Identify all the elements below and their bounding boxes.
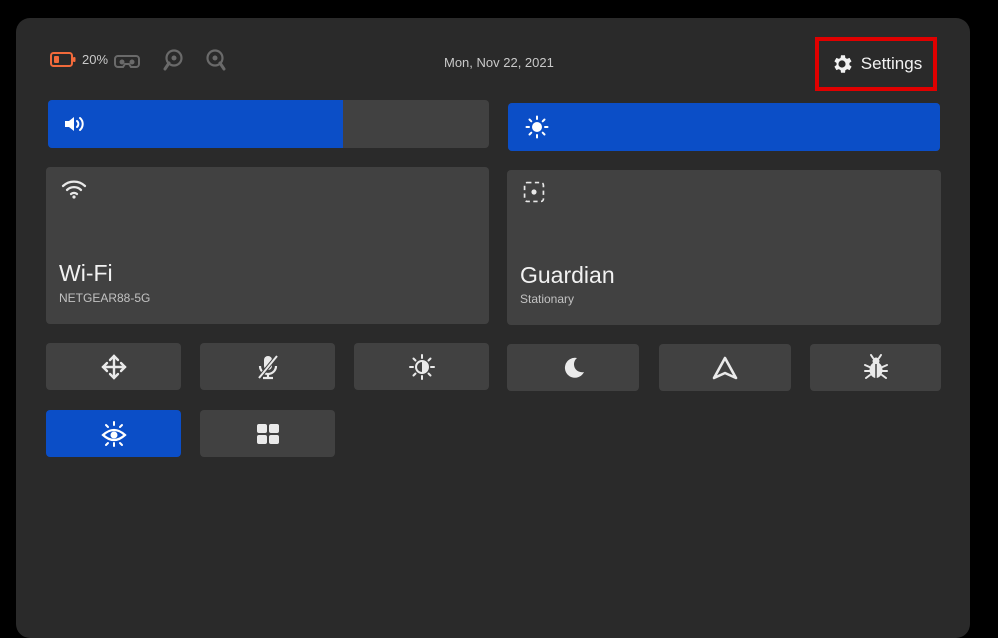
contrast-sun-icon: [408, 353, 435, 380]
battery-percent: 20%: [82, 52, 109, 67]
settings-button[interactable]: Settings: [815, 37, 937, 91]
move-icon: [100, 353, 127, 380]
guardian-icon: [523, 181, 545, 203]
wifi-title: Wi-Fi: [59, 260, 113, 286]
battery-icon: [50, 52, 76, 67]
date-label: Mon, Nov 22, 2021: [444, 55, 554, 70]
settings-label: Settings: [860, 54, 923, 73]
night-mode-button[interactable]: [507, 344, 639, 391]
mic-muted-icon: [256, 354, 279, 379]
mic-mute-button[interactable]: [200, 343, 335, 390]
bug-report-button[interactable]: [810, 344, 941, 391]
grid-icon: [256, 423, 279, 444]
gear-icon: [834, 55, 852, 73]
passthrough-button[interactable]: [46, 410, 181, 457]
moon-icon: [564, 357, 584, 378]
headset-icon: [114, 55, 140, 68]
volume-icon: [65, 117, 84, 131]
triangle-icon: [712, 356, 738, 379]
guardian-tile[interactable]: Guardian Stationary: [507, 170, 941, 325]
guardian-title: Guardian: [520, 262, 615, 288]
volume-slider[interactable]: [48, 100, 489, 148]
brightness-slider-fill: [508, 103, 940, 151]
wifi-network-name: NETGEAR88-5G: [59, 291, 151, 305]
wifi-tile[interactable]: Wi-Fi NETGEAR88-5G: [46, 167, 489, 324]
brightness-slider[interactable]: [508, 103, 940, 151]
controller-left-icon: [163, 49, 183, 71]
wifi-icon: [61, 180, 87, 199]
volume-slider-fill: [48, 100, 344, 148]
display-button[interactable]: [354, 343, 489, 390]
brightness-icon: [525, 115, 549, 139]
cast-button[interactable]: [659, 344, 791, 391]
bug-icon: [863, 353, 888, 379]
guardian-mode: Stationary: [520, 292, 575, 306]
apps-button[interactable]: [200, 410, 335, 457]
controller-right-icon: [206, 49, 226, 71]
eye-icon: [100, 420, 127, 447]
move-button[interactable]: [46, 343, 181, 390]
